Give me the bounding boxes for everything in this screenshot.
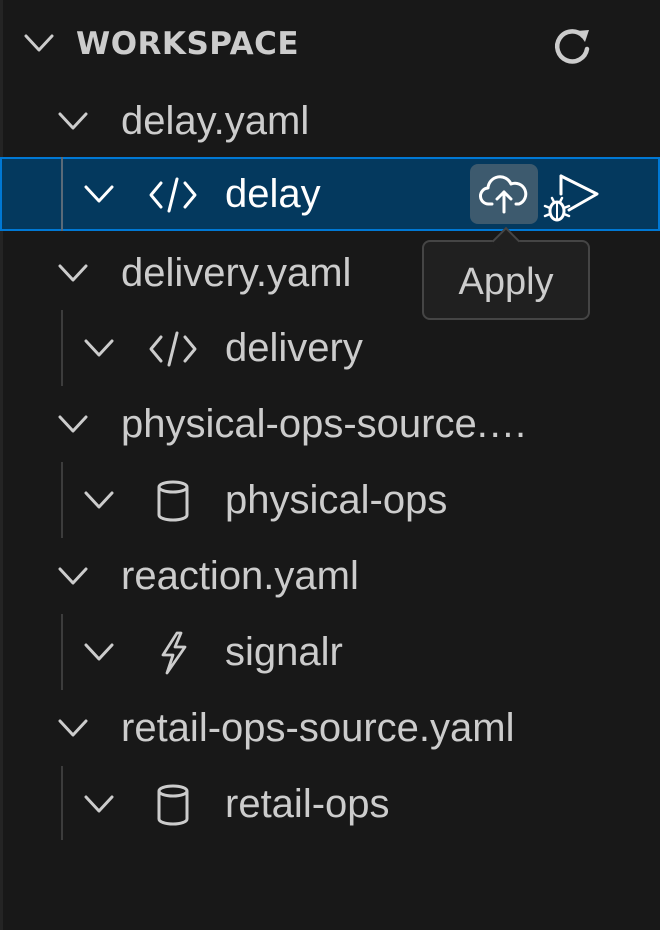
database-icon [157,784,189,826]
chevron-down-icon[interactable] [20,24,58,62]
tree-item-label: physical-ops [225,478,448,522]
tree-item-physical-ops[interactable]: physical-ops [0,462,660,538]
indent-guide [61,614,63,690]
chevron-down-icon[interactable] [54,557,92,595]
tree-file-label: delay.yaml [121,99,310,143]
indent-guide [61,462,63,538]
tree-file-label: physical-ops-source.… [121,402,528,446]
tree-item-label: retail-ops [225,782,390,826]
tree-file-physical-ops-source-yaml[interactable]: physical-ops-source.… [0,386,660,462]
lightning-icon [161,631,187,675]
indent-guide [61,310,63,386]
cloud-upload-icon [479,175,528,214]
debug-run-icon[interactable] [541,166,605,226]
chevron-down-icon[interactable] [80,481,118,519]
workspace-section-header[interactable]: WORKSPACE [0,0,660,88]
workspace-panel: WORKSPACE delay.yaml delay delivery.yaml… [0,0,660,930]
chevron-down-icon[interactable] [54,405,92,443]
tree-file-retail-ops-source-yaml[interactable]: retail-ops-source.yaml [0,690,660,766]
tree-file-label: delivery.yaml [121,251,352,295]
apply-button[interactable] [470,164,538,224]
tree-item-label: delivery [225,326,363,370]
tree-item-label: delay [225,172,321,216]
indent-guide [61,766,63,840]
tree-item-delay[interactable]: delay [0,157,660,231]
database-icon [157,480,189,522]
chevron-down-icon[interactable] [54,102,92,140]
chevron-down-icon[interactable] [80,329,118,367]
chevron-down-icon[interactable] [80,175,118,213]
apply-tooltip: Apply [422,226,590,320]
indent-guide [61,157,63,231]
tree-file-delay-yaml[interactable]: delay.yaml [0,83,660,159]
chevron-down-icon[interactable] [54,709,92,747]
tree-item-label: signalr [225,630,343,674]
chevron-down-icon[interactable] [80,633,118,671]
tree-file-label: retail-ops-source.yaml [121,706,515,750]
code-icon [149,177,197,213]
tree-file-label: reaction.yaml [121,554,359,598]
code-icon [149,331,197,367]
chevron-down-icon[interactable] [54,254,92,292]
tree-file-reaction-yaml[interactable]: reaction.yaml [0,538,660,614]
chevron-down-icon[interactable] [80,785,118,823]
tree-item-retail-ops[interactable]: retail-ops [0,766,660,842]
refresh-icon[interactable] [547,22,597,72]
tree-item-signalr[interactable]: signalr [0,614,660,690]
tooltip-text: Apply [458,261,554,303]
section-title: WORKSPACE [76,26,300,62]
